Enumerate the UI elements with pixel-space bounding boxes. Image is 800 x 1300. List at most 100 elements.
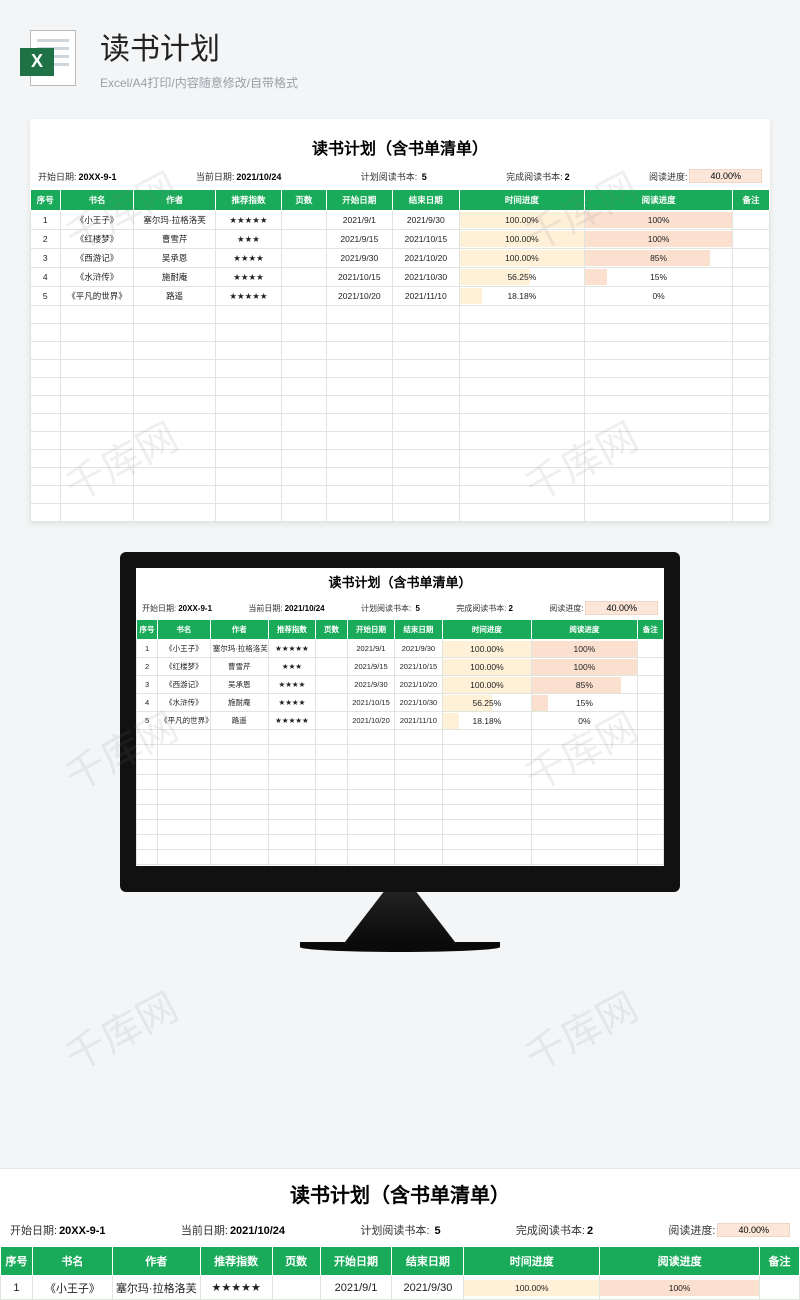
cell-empty[interactable] <box>60 504 134 522</box>
cell-time-progress[interactable]: 100.00% <box>459 249 585 268</box>
cell-empty[interactable] <box>137 745 158 760</box>
cell-rating[interactable]: ★★★★★ <box>268 640 315 658</box>
table-row-empty[interactable] <box>31 342 770 360</box>
cell-empty[interactable] <box>282 342 326 360</box>
table-row-empty[interactable] <box>137 775 664 790</box>
cell-empty[interactable] <box>210 745 268 760</box>
table-row-empty[interactable] <box>31 414 770 432</box>
cell-empty[interactable] <box>326 324 393 342</box>
cell-time-progress[interactable]: 100.00% <box>442 640 532 658</box>
cell-empty[interactable] <box>282 324 326 342</box>
cell-empty[interactable] <box>60 306 134 324</box>
th-time_progress[interactable]: 时间进度 <box>464 1247 600 1276</box>
table-row-empty[interactable] <box>31 486 770 504</box>
th-seq[interactable]: 序号 <box>137 620 158 640</box>
cell-end[interactable]: 2021/11/10 <box>393 287 460 306</box>
cell-rating[interactable]: ★★★ <box>215 230 282 249</box>
cell-empty[interactable] <box>326 486 393 504</box>
table-row-empty[interactable] <box>137 865 664 880</box>
cell-pages[interactable] <box>316 712 348 730</box>
cell-empty[interactable] <box>733 432 770 450</box>
cell-empty[interactable] <box>134 486 215 504</box>
cell-seq[interactable]: 3 <box>137 676 158 694</box>
cell-name[interactable]: 《小王子》 <box>60 211 134 230</box>
cell-empty[interactable] <box>282 360 326 378</box>
cell-name[interactable]: 《水浒传》 <box>158 694 211 712</box>
th-read_progress[interactable]: 阅读进度 <box>532 620 637 640</box>
cell-empty[interactable] <box>215 450 282 468</box>
cell-seq[interactable]: 4 <box>137 694 158 712</box>
cell-empty[interactable] <box>31 306 61 324</box>
cell-empty[interactable] <box>532 775 637 790</box>
cell-empty[interactable] <box>585 396 733 414</box>
cell-empty[interactable] <box>347 850 394 865</box>
cell-empty[interactable] <box>637 790 663 805</box>
cell-empty[interactable] <box>585 306 733 324</box>
cell-empty[interactable] <box>268 820 315 835</box>
cell-empty[interactable] <box>210 790 268 805</box>
cell-empty[interactable] <box>137 850 158 865</box>
cell-empty[interactable] <box>459 396 585 414</box>
cell-empty[interactable] <box>393 306 460 324</box>
cell-empty[interactable] <box>134 342 215 360</box>
cell-note[interactable] <box>733 249 770 268</box>
reading-table[interactable]: 序号书名作者推荐指数页数开始日期结束日期时间进度阅读进度备注1《小王子》塞尔玛·… <box>30 189 770 522</box>
cell-empty[interactable] <box>637 730 663 745</box>
cell-empty[interactable] <box>268 775 315 790</box>
cell-empty[interactable] <box>326 450 393 468</box>
cell-name[interactable]: 《小王子》 <box>158 640 211 658</box>
th-pages[interactable]: 页数 <box>316 620 348 640</box>
table-row[interactable]: 1《小王子》塞尔玛·拉格洛芙★★★★★2021/9/12021/9/30100.… <box>137 640 664 658</box>
cell-empty[interactable] <box>326 360 393 378</box>
cell-read-progress[interactable]: 100% <box>585 230 733 249</box>
th-rating[interactable]: 推荐指数 <box>268 620 315 640</box>
th-author[interactable]: 作者 <box>210 620 268 640</box>
cell-empty[interactable] <box>134 504 215 522</box>
cell-empty[interactable] <box>316 835 348 850</box>
cell-empty[interactable] <box>459 324 585 342</box>
th-seq[interactable]: 序号 <box>1 1247 33 1276</box>
cell-seq[interactable]: 4 <box>31 268 61 287</box>
cell-empty[interactable] <box>442 805 532 820</box>
cell-note[interactable] <box>637 676 663 694</box>
th-time_progress[interactable]: 时间进度 <box>442 620 532 640</box>
cell-empty[interactable] <box>158 850 211 865</box>
cell-empty[interactable] <box>393 378 460 396</box>
cell-end[interactable]: 2021/10/20 <box>395 676 442 694</box>
cell-empty[interactable] <box>31 486 61 504</box>
cell-empty[interactable] <box>210 760 268 775</box>
cell-empty[interactable] <box>395 865 442 880</box>
cell-empty[interactable] <box>60 450 134 468</box>
cell-empty[interactable] <box>733 360 770 378</box>
th-note[interactable]: 备注 <box>733 190 770 211</box>
cell-empty[interactable] <box>215 342 282 360</box>
cell-empty[interactable] <box>393 414 460 432</box>
cell-empty[interactable] <box>60 396 134 414</box>
cell-empty[interactable] <box>347 760 394 775</box>
cell-empty[interactable] <box>393 342 460 360</box>
table-row[interactable]: 1《小王子》塞尔玛·拉格洛芙★★★★★2021/9/12021/9/30100.… <box>1 1276 800 1300</box>
cell-empty[interactable] <box>60 342 134 360</box>
cell-empty[interactable] <box>316 850 348 865</box>
cell-empty[interactable] <box>442 835 532 850</box>
cell-empty[interactable] <box>532 835 637 850</box>
cell-empty[interactable] <box>393 504 460 522</box>
cell-empty[interactable] <box>459 360 585 378</box>
cell-empty[interactable] <box>395 745 442 760</box>
cell-empty[interactable] <box>585 414 733 432</box>
table-row-empty[interactable] <box>31 360 770 378</box>
cell-empty[interactable] <box>60 324 134 342</box>
cell-empty[interactable] <box>459 486 585 504</box>
th-rating[interactable]: 推荐指数 <box>200 1247 272 1276</box>
cell-read-progress[interactable]: 100% <box>585 211 733 230</box>
cell-rating[interactable]: ★★★★ <box>215 268 282 287</box>
table-row-empty[interactable] <box>137 850 664 865</box>
cell-empty[interactable] <box>326 504 393 522</box>
cell-empty[interactable] <box>215 324 282 342</box>
cell-rating[interactable]: ★★★ <box>268 658 315 676</box>
cell-name[interactable]: 《红楼梦》 <box>60 230 134 249</box>
th-note[interactable]: 备注 <box>760 1247 800 1276</box>
table-row-empty[interactable] <box>31 396 770 414</box>
cell-empty[interactable] <box>393 396 460 414</box>
cell-empty[interactable] <box>393 468 460 486</box>
